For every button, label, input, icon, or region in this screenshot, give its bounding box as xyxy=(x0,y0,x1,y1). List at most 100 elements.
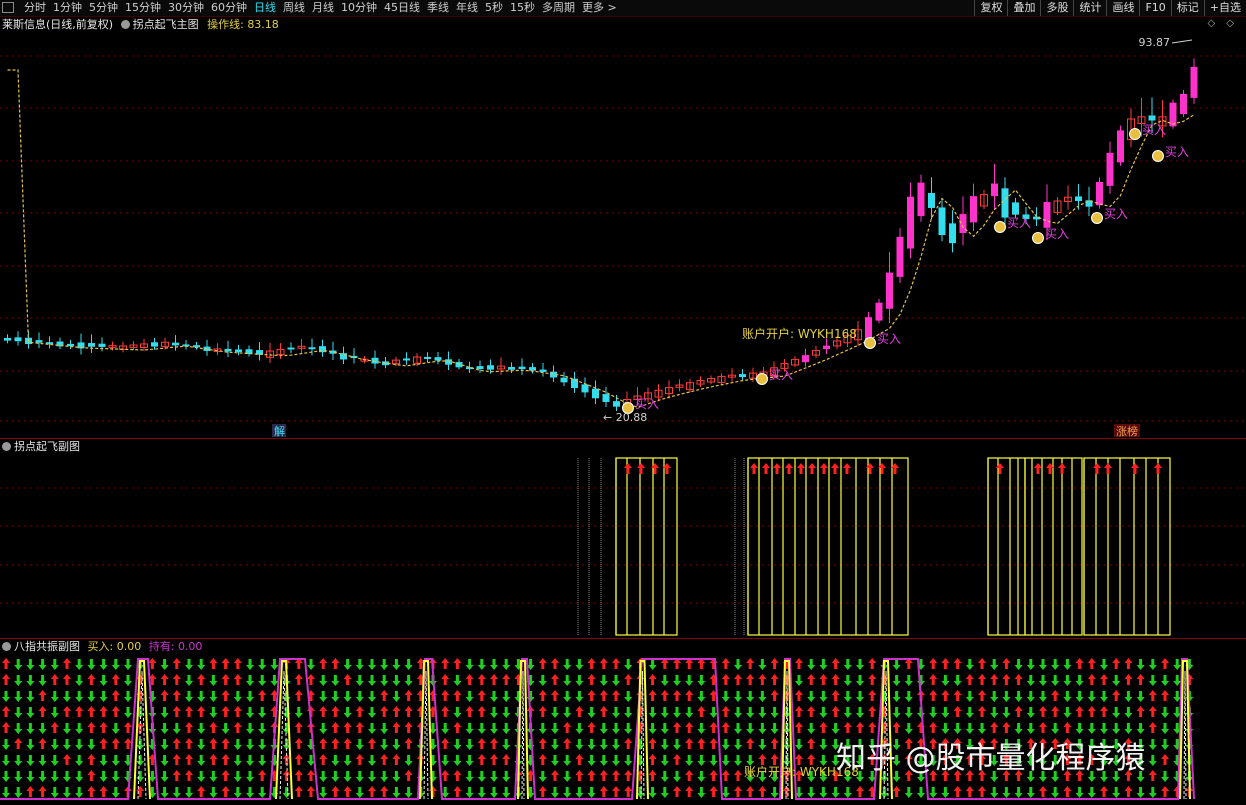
down-arrow-icon xyxy=(660,675,669,686)
up-arrow-icon xyxy=(1148,722,1157,733)
down-arrow-icon xyxy=(1148,787,1157,798)
down-arrow-icon xyxy=(990,659,999,670)
candle xyxy=(907,196,914,249)
down-arrow-icon xyxy=(355,739,364,750)
down-arrow-icon xyxy=(587,739,596,750)
sub2-indicator-name[interactable]: 八指共振副图 xyxy=(14,640,80,653)
up-arrow-icon xyxy=(538,658,547,669)
toolbar-button[interactable]: +自选 xyxy=(1203,0,1246,16)
period-tab[interactable]: 5分钟 xyxy=(89,1,118,14)
toolbar-button[interactable]: 统计 xyxy=(1073,0,1106,16)
down-arrow-icon xyxy=(697,675,706,686)
down-arrow-icon xyxy=(892,691,901,702)
up-arrow-icon xyxy=(221,690,230,701)
toolbar-button[interactable]: 画线 xyxy=(1106,0,1139,16)
up-arrow-icon xyxy=(221,658,230,669)
period-tab[interactable]: 60分钟 xyxy=(211,1,247,14)
down-arrow-icon xyxy=(258,659,267,670)
down-arrow-icon xyxy=(673,675,681,686)
sub2-chart[interactable]: 账户开户: WYKH168 xyxy=(0,655,1246,805)
up-arrow-icon xyxy=(38,786,47,797)
down-arrow-icon xyxy=(1051,675,1060,686)
down-arrow-icon xyxy=(575,787,584,798)
period-tab[interactable]: 15秒 xyxy=(510,1,535,14)
down-arrow-icon xyxy=(185,691,193,702)
up-arrow-icon xyxy=(99,706,108,717)
down-arrow-icon xyxy=(50,691,59,702)
up-arrow-icon xyxy=(563,722,572,733)
down-arrow-icon xyxy=(160,771,169,782)
down-arrow-icon xyxy=(392,675,401,686)
up-arrow-icon xyxy=(331,738,340,749)
down-arrow-icon xyxy=(660,739,669,750)
period-tab[interactable]: 45日线 xyxy=(384,1,420,14)
buy-coin-icon xyxy=(756,373,768,385)
sub1-chart[interactable] xyxy=(0,455,1246,638)
up-arrow-icon xyxy=(221,706,230,717)
up-arrow-icon xyxy=(1124,786,1133,797)
period-tab[interactable]: 更多 > xyxy=(582,1,617,14)
up-arrow-icon xyxy=(1063,722,1072,733)
down-arrow-icon xyxy=(258,723,267,734)
down-arrow-icon xyxy=(319,787,328,798)
candle xyxy=(949,223,956,244)
period-tab[interactable]: 1分钟 xyxy=(53,1,82,14)
period-tab[interactable]: 年线 xyxy=(456,1,478,14)
candle xyxy=(235,349,242,353)
period-tab[interactable]: 15分钟 xyxy=(125,1,161,14)
down-arrow-icon xyxy=(465,755,474,766)
panel-divider-1[interactable] xyxy=(0,438,1246,439)
period-tab[interactable]: 月线 xyxy=(312,1,334,14)
up-arrow-icon xyxy=(441,706,450,717)
up-arrow-icon xyxy=(172,738,181,749)
period-tab[interactable]: 季线 xyxy=(427,1,449,14)
candle xyxy=(98,343,106,347)
candle xyxy=(4,337,11,341)
down-arrow-icon xyxy=(563,755,572,766)
down-arrow-icon xyxy=(502,739,511,750)
candle xyxy=(1075,196,1082,201)
main-kline-chart[interactable]: 买入买入买入买入买入买入买入买入93.87← 20.88账户开户: WYKH16… xyxy=(0,16,1246,438)
down-arrow-icon xyxy=(429,771,437,782)
panel-divider-2[interactable] xyxy=(0,638,1246,639)
candle xyxy=(371,357,379,364)
up-arrow-icon xyxy=(599,690,608,701)
down-arrow-icon xyxy=(758,707,767,718)
up-arrow-icon xyxy=(782,786,791,797)
down-arrow-icon xyxy=(246,739,254,750)
down-arrow-icon xyxy=(343,755,352,766)
up-arrow-icon xyxy=(587,690,596,701)
toolbar-button[interactable]: 标记 xyxy=(1170,0,1204,16)
up-arrow-icon xyxy=(648,738,657,749)
period-tab[interactable]: 30分钟 xyxy=(168,1,204,14)
down-arrow-icon xyxy=(490,787,498,798)
down-arrow-icon xyxy=(697,755,706,766)
buy-coin-icon xyxy=(1091,212,1103,224)
period-tab[interactable]: 10分钟 xyxy=(341,1,377,14)
up-arrow-icon xyxy=(673,690,681,701)
up-arrow-icon xyxy=(453,770,462,781)
toolbar-button[interactable]: 复权 xyxy=(974,0,1007,16)
toolbar-button[interactable]: F10 xyxy=(1139,0,1170,16)
period-tab[interactable]: 周线 xyxy=(283,1,305,14)
down-arrow-icon xyxy=(441,723,450,734)
up-arrow-icon xyxy=(685,722,694,733)
period-tab[interactable]: 分时 xyxy=(24,1,46,14)
toolbar-button[interactable]: 叠加 xyxy=(1007,0,1040,16)
period-tab[interactable]: 5秒 xyxy=(485,1,503,14)
toolbar-button[interactable]: 多股 xyxy=(1040,0,1073,16)
period-tab[interactable]: 多周期 xyxy=(542,1,575,14)
up-arrow-icon xyxy=(392,706,401,717)
down-arrow-icon xyxy=(965,707,974,718)
sub2-gear-icon[interactable] xyxy=(2,642,11,651)
down-arrow-icon xyxy=(14,787,23,798)
down-arrow-icon xyxy=(624,707,633,718)
down-arrow-icon xyxy=(1039,691,1047,702)
badge-right: 涨榜 xyxy=(1116,424,1138,438)
down-arrow-icon xyxy=(1039,659,1047,670)
window-menu-icon[interactable] xyxy=(2,2,14,13)
sub1-indicator-name[interactable]: 拐点起飞副图 xyxy=(14,440,80,453)
period-tab[interactable]: 日线 xyxy=(254,1,276,14)
sub1-gear-icon[interactable] xyxy=(2,442,11,451)
down-arrow-icon xyxy=(246,771,254,782)
